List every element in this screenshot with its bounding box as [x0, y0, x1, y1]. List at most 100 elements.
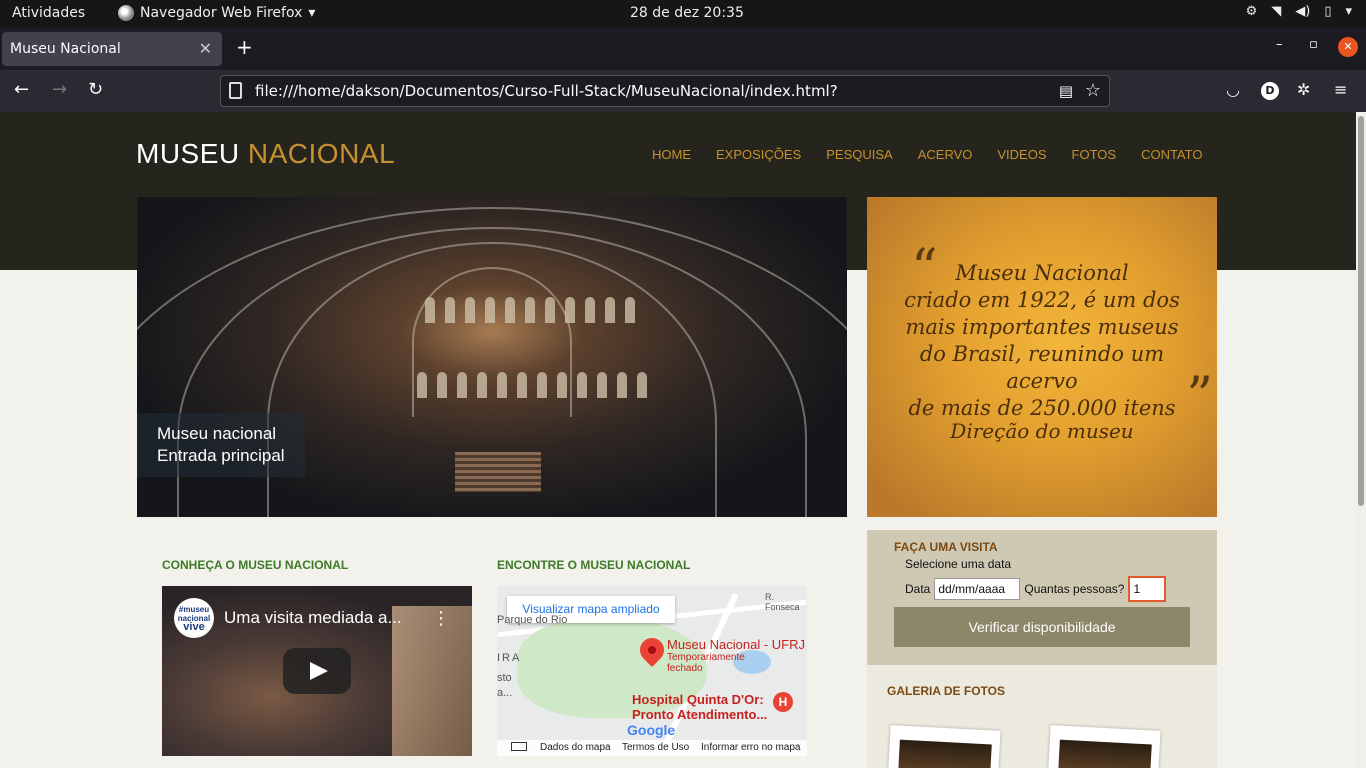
channel-logo-text: vive [183, 621, 205, 633]
gallery-title: GALERIA DE FOTOS [887, 684, 1006, 698]
quote-line: mais importantes museus [905, 315, 1179, 339]
more-vert-icon[interactable]: ⋮ [432, 608, 450, 629]
channel-logo-text: #museu [178, 605, 210, 614]
quote-line: criado em 1922, é um dos [904, 288, 1180, 312]
map-label: a... [497, 687, 513, 699]
nav-exposicoes[interactable]: EXPOSIÇÕES [716, 147, 801, 162]
visit-subtitle: Selecione uma data [905, 557, 1012, 571]
visit-title: FAÇA UMA VISITA [894, 540, 998, 554]
quote-box: “ Museu Nacional criado em 1922, é um do… [867, 197, 1217, 517]
hospital-line: Pronto Atendimento... [632, 707, 768, 722]
navigation-toolbar: ← → ↻ file:///home/dakson/Documentos/Cur… [0, 70, 1366, 112]
map-embed[interactable]: Visualizar mapa ampliado Parque do Rio R… [497, 586, 807, 756]
window-row [425, 297, 635, 323]
verify-availability-button[interactable]: Verificar disponibilidade [894, 607, 1190, 647]
gallery-photo[interactable] [1047, 725, 1161, 768]
stairs-decoration [455, 452, 541, 492]
google-logo: Google [627, 722, 675, 738]
logo-part-2: NACIONAL [247, 138, 396, 169]
app-menu-label: Navegador Web Firefox [140, 5, 303, 21]
nav-home[interactable]: HOME [652, 147, 691, 162]
google-logo-text: Google [627, 722, 676, 738]
map-label: IRA [497, 652, 522, 664]
bookmark-star-icon[interactable]: ☆ [1085, 80, 1101, 101]
quote-close-mark: ” [1186, 367, 1213, 427]
hospital-line: Hospital Quinta D'Or: [632, 692, 764, 707]
map-label: sto [497, 672, 512, 684]
back-arrow-icon[interactable]: ← [14, 80, 29, 100]
hospital-icon[interactable]: H [773, 692, 793, 712]
nav-pesquisa[interactable]: PESQUISA [826, 147, 892, 162]
video-section-title: CONHEÇA O MUSEU NACIONAL [162, 558, 349, 572]
close-icon[interactable]: ✕ [199, 39, 212, 58]
nav-videos[interactable]: VIDEOS [997, 147, 1046, 162]
map-hospital-label[interactable]: Hospital Quinta D'Or: Pronto Atendimento… [632, 692, 767, 722]
battery-icon: ▯ [1324, 4, 1332, 19]
reader-view-icon[interactable]: ▤ [1059, 82, 1073, 100]
forward-arrow-icon[interactable]: → [52, 80, 67, 100]
page-icon [229, 82, 242, 99]
video-title[interactable]: Uma visita mediada a... [224, 608, 402, 628]
clock[interactable]: 28 de dez 20:35 [630, 5, 744, 21]
page-scrollbar[interactable] [1356, 112, 1366, 768]
map-status-line: fechado [667, 663, 703, 674]
visit-fields: Data dd/mm/aaaa Quantas pessoas? 1 [905, 576, 1167, 602]
scrollbar-thumb[interactable] [1358, 116, 1364, 506]
nav-fotos[interactable]: FOTOS [1072, 147, 1117, 162]
restore-icon[interactable]: ▫ [1309, 37, 1318, 52]
pocket-icon[interactable]: ◡ [1226, 80, 1240, 99]
map-section-title: ENCONTRE O MUSEU NACIONAL [497, 558, 691, 572]
reload-icon[interactable]: ↻ [88, 80, 103, 100]
quantity-field[interactable]: 1 [1128, 576, 1167, 602]
qty-label: Quantas pessoas? [1024, 582, 1125, 596]
account-avatar[interactable]: D [1261, 82, 1279, 100]
url-bar[interactable]: file:///home/dakson/Documentos/Curso-Ful… [220, 75, 1110, 107]
system-tray[interactable]: ⚙ ◥ ◀) ▯ ▾ [1246, 4, 1352, 19]
volume-icon: ◀) [1295, 4, 1311, 19]
site-logo[interactable]: MUSEU NACIONAL [136, 138, 395, 170]
gallery-photo[interactable] [887, 725, 1001, 768]
map-status-line: Temporariamente [667, 652, 745, 663]
map-label: R. Fonseca [765, 592, 800, 612]
quote-text: Museu Nacional criado em 1922, é um dos … [887, 260, 1197, 422]
date-label: Data [905, 582, 931, 596]
video-embed[interactable]: #museu nacional vive Uma visita mediada … [162, 586, 472, 756]
system-top-bar: Atividades Navegador Web Firefox ▾ 28 de… [0, 0, 1366, 28]
app-menu[interactable]: Navegador Web Firefox ▾ [118, 5, 315, 21]
map-data-link[interactable]: Dados do mapa [540, 742, 611, 753]
minimize-icon[interactable]: – [1276, 37, 1283, 52]
firefox-icon [118, 5, 134, 21]
main-nav: HOME EXPOSIÇÕES PESQUISA ACERVO VIDEOS F… [652, 147, 1202, 162]
quote-line: do Brasil, reunindo um acervo [919, 342, 1165, 393]
map-label: Parque do Rio [497, 614, 568, 626]
nav-acervo[interactable]: ACERVO [918, 147, 973, 162]
hamburger-menu-icon[interactable]: ≡ [1334, 80, 1347, 99]
activities-button[interactable]: Atividades [12, 5, 85, 21]
tab-strip: Museu Nacional ✕ + – ▫ ✕ [0, 28, 1366, 70]
quote-line: Museu Nacional [955, 261, 1129, 285]
chevron-down-icon: ▾ [308, 5, 316, 21]
play-button[interactable] [283, 648, 351, 694]
keyboard-icon[interactable] [511, 742, 527, 751]
quote-author: Direção do museu [950, 419, 1134, 443]
tab-museu-nacional[interactable]: Museu Nacional ✕ [2, 32, 222, 66]
nav-contato[interactable]: CONTATO [1141, 147, 1202, 162]
wifi-icon: ◥ [1271, 4, 1282, 19]
logo-part-1: MUSEU [136, 138, 240, 169]
map-terms-link[interactable]: Termos de Uso [622, 742, 689, 753]
quote-line: de mais de 250.000 itens [908, 396, 1176, 420]
window-row [417, 372, 647, 398]
window-close-button[interactable]: ✕ [1338, 37, 1358, 57]
extensions-gear-icon[interactable]: ✲ [1297, 80, 1310, 99]
channel-logo[interactable]: #museu nacional vive [174, 598, 214, 638]
hero-caption: Museu nacional Entrada principal [137, 413, 305, 477]
hero-image: Museu nacional Entrada principal [137, 197, 847, 517]
power-menu-icon: ▾ [1345, 4, 1352, 19]
hero-caption-line-2: Entrada principal [157, 446, 285, 465]
date-field[interactable]: dd/mm/aaaa [934, 578, 1021, 600]
new-tab-button[interactable]: + [236, 37, 253, 57]
map-report-link[interactable]: Informar erro no mapa [701, 742, 801, 753]
visit-form: FAÇA UMA VISITA Selecione uma data Data … [867, 530, 1217, 665]
url-text[interactable]: file:///home/dakson/Documentos/Curso-Ful… [255, 82, 838, 100]
map-place-name[interactable]: Museu Nacional - UFRJ [667, 637, 805, 652]
